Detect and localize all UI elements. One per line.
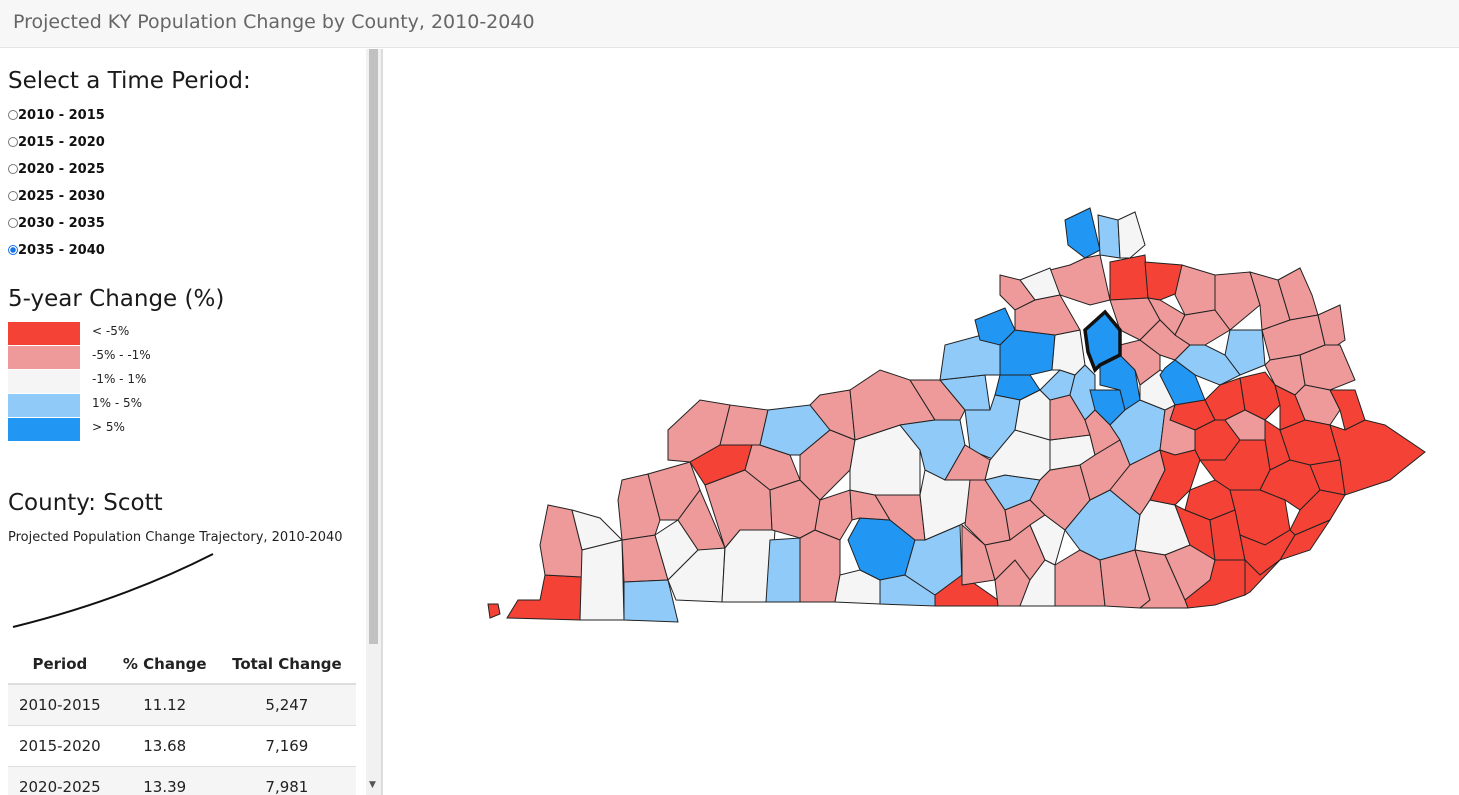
legend-label: > 5% — [92, 420, 125, 434]
table-cell: 13.68 — [111, 725, 218, 767]
county-region — [999, 329, 1056, 376]
county-region — [1064, 207, 1101, 259]
legend-swatch — [8, 394, 80, 417]
county-region — [579, 539, 625, 621]
table-row: 2020-2025 13.39 7,981 — [8, 766, 356, 795]
radio-button-selected-icon[interactable] — [8, 245, 18, 255]
county-region — [765, 537, 801, 603]
table-cell: 2015-2020 — [8, 725, 112, 767]
table-row: 2010-2015 11.12 5,247 — [8, 683, 356, 726]
county-region — [623, 579, 679, 623]
county-region — [1051, 329, 1086, 376]
radio-2020-2025[interactable]: 2020 - 2025 — [8, 162, 105, 182]
table-cell: 11.12 — [111, 683, 218, 726]
trajectory-sparkline — [12, 553, 214, 628]
radio-2010-2015[interactable]: 2010 - 2015 — [8, 108, 105, 128]
column-header: Total Change — [217, 644, 356, 685]
column-header: % Change — [111, 644, 218, 685]
scrollbar-thumb[interactable] — [369, 49, 378, 644]
county-title: County: Scott — [8, 490, 163, 516]
county-region — [506, 574, 583, 621]
table-cell: 2010-2015 — [8, 683, 112, 726]
sidebar-scrollbar[interactable]: ▼ — [366, 49, 381, 795]
column-header: Period — [8, 644, 112, 685]
table-cell: 7,169 — [217, 725, 356, 767]
page-title: Projected KY Population Change by County… — [13, 11, 535, 33]
kentucky-county-map[interactable] — [470, 200, 1440, 640]
time-period-heading: Select a Time Period: — [8, 68, 251, 94]
scroll-down-arrow-icon[interactable]: ▼ — [369, 780, 376, 790]
county-data-table: Period % Change Total Change 2010-2015 1… — [8, 644, 356, 795]
county-region — [799, 529, 841, 603]
county-region — [487, 603, 501, 619]
app-header: Projected KY Population Change by County… — [0, 0, 1459, 48]
table-cell: 7,981 — [217, 766, 356, 795]
county-region — [1097, 214, 1121, 259]
radio-2015-2020[interactable]: 2015 - 2020 — [8, 135, 105, 155]
county-region — [1117, 211, 1146, 259]
legend-swatch — [8, 418, 80, 441]
trajectory-line — [12, 553, 214, 628]
legend-label: < -5% — [92, 324, 130, 338]
table-cell: 5,247 — [217, 683, 356, 726]
radio-2030-2035[interactable]: 2030 - 2035 — [8, 216, 105, 236]
legend-label: 1% - 5% — [92, 396, 143, 410]
county-region — [1299, 344, 1356, 391]
county-region — [1329, 419, 1426, 496]
county-region — [1174, 264, 1216, 316]
radio-button-icon[interactable] — [8, 137, 18, 147]
table-cell: 13.39 — [111, 766, 218, 795]
radio-button-icon[interactable] — [8, 110, 18, 120]
legend-swatch — [8, 322, 80, 345]
radio-button-icon[interactable] — [8, 191, 18, 201]
radio-2035-2040[interactable]: 2035 - 2040 — [8, 243, 105, 263]
radio-button-icon[interactable] — [8, 218, 18, 228]
legend-label: -5% - -1% — [92, 348, 151, 362]
legend-label: -1% - 1% — [92, 372, 147, 386]
trajectory-title: Projected Population Change Trajectory, … — [8, 530, 343, 545]
county-region — [1109, 254, 1149, 301]
radio-button-icon[interactable] — [8, 164, 18, 174]
sidebar-panel[interactable]: Select a Time Period: 2010 - 2015 2015 -… — [0, 49, 366, 795]
panel-divider — [381, 49, 383, 795]
table-row: 2015-2020 13.68 7,169 — [8, 725, 356, 767]
table-cell: 2020-2025 — [8, 766, 112, 795]
legend-swatch — [8, 346, 80, 369]
radio-2025-2030[interactable]: 2025 - 2030 — [8, 189, 105, 209]
legend-heading: 5-year Change (%) — [8, 286, 225, 312]
table-header-row: Period % Change Total Change — [8, 644, 356, 685]
legend-swatch — [8, 370, 80, 393]
